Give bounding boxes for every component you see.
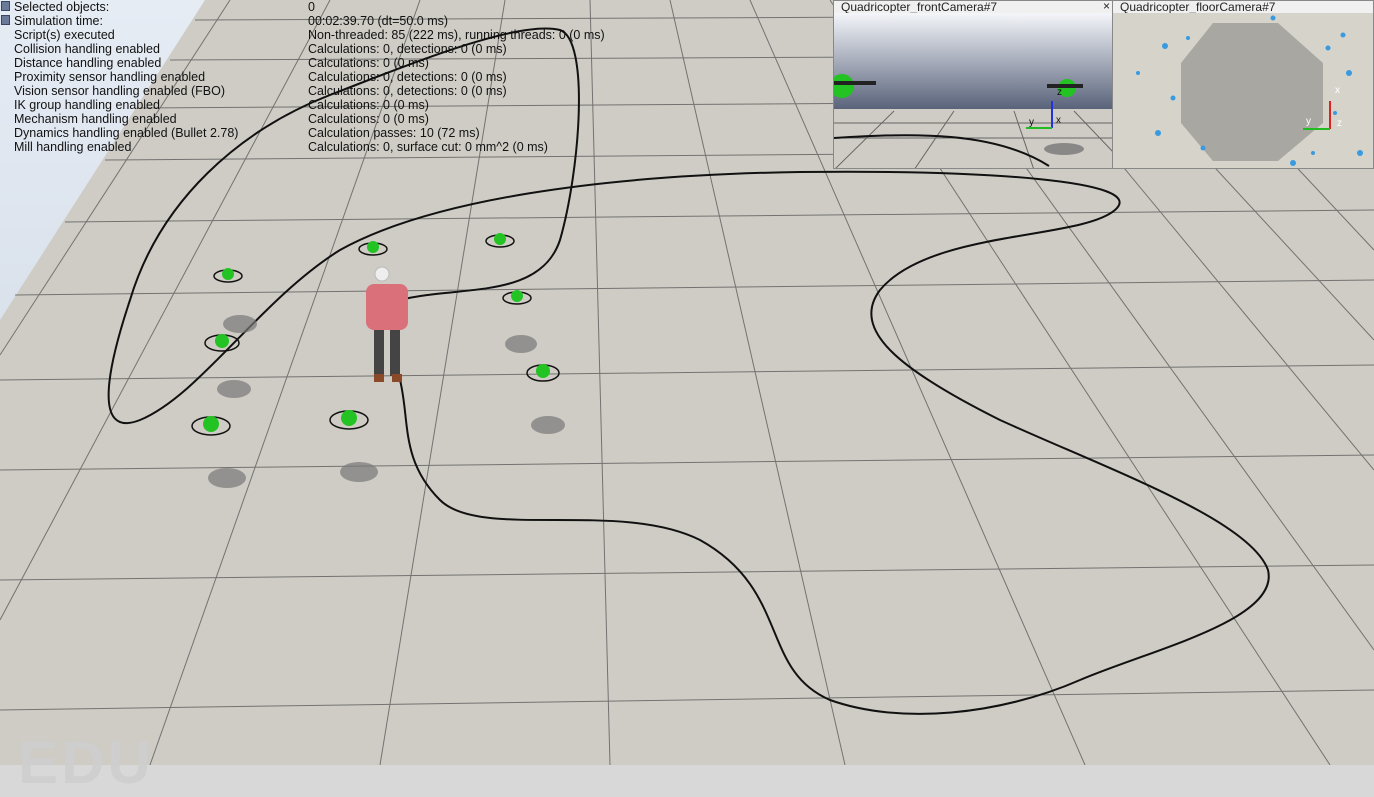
close-icon[interactable]: × <box>1103 1 1110 12</box>
front-camera-render: z y x <box>834 13 1112 168</box>
svg-text:y: y <box>1029 117 1034 128</box>
svg-text:z: z <box>1057 87 1062 98</box>
svg-text:y: y <box>1306 116 1311 127</box>
edu-watermark: EDU <box>18 729 154 796</box>
svg-text:x: x <box>1335 85 1340 96</box>
svg-text:z: z <box>1337 118 1342 129</box>
floor-camera-view[interactable]: Quadricopter_floorCamera#7 x y z <box>1112 0 1374 169</box>
collapse-toggle[interactable] <box>1 1 10 11</box>
expand-toggle[interactable] <box>1 15 10 25</box>
svg-text:x: x <box>1056 115 1061 126</box>
front-camera-view[interactable]: Quadricopter_frontCamera#7 × z y x <box>833 0 1113 169</box>
floor-camera-render: x y z <box>1113 13 1373 168</box>
